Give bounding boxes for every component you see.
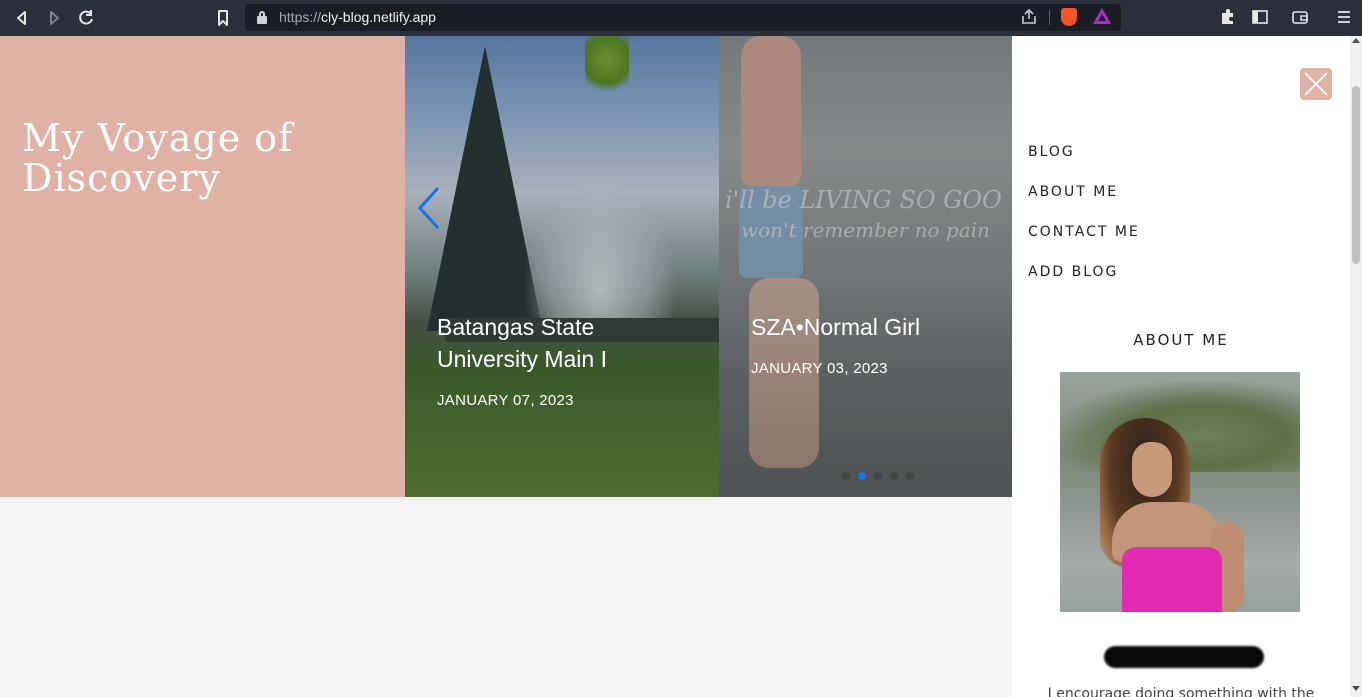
close-button[interactable] [1300, 68, 1332, 100]
carousel-dot[interactable] [906, 472, 914, 480]
url-host: cly-blog.netlify.app [321, 9, 436, 25]
post-title[interactable]: SZA•Normal Girl [751, 311, 1011, 343]
address-bar[interactable]: https://cly-blog.netlify.app [245, 4, 1121, 31]
back-arrow-icon[interactable] [10, 6, 34, 30]
nav-link-blog[interactable]: BLOG [1028, 144, 1075, 160]
menu-icon[interactable] [1334, 7, 1354, 27]
wallet-icon[interactable] [1290, 7, 1310, 27]
lock-icon [257, 10, 267, 24]
browser-toolbar: https://cly-blog.netlify.app [0, 0, 1362, 36]
url-scheme: https:// [279, 9, 322, 25]
redacted-name [1104, 646, 1264, 668]
site-title: My Voyage of Discovery [22, 116, 294, 200]
carousel-dot[interactable] [890, 472, 898, 480]
nav-link-about-me[interactable]: ABOUT ME [1028, 184, 1118, 200]
share-icon[interactable] [1020, 8, 1038, 29]
nav-link-contact-me[interactable]: CONTACT ME [1028, 224, 1140, 240]
post-card[interactable]: i'll be LIVING SO GOO won't remember no … [719, 36, 1012, 497]
post-date: JANUARY 07, 2023 [437, 392, 574, 409]
photo-face [1132, 442, 1172, 497]
page-viewport: My Voyage of Discovery Batangas State Un… [0, 36, 1362, 697]
forward-arrow-icon[interactable] [42, 6, 66, 30]
post-date: JANUARY 03, 2023 [751, 360, 888, 377]
extensions-icon[interactable] [1218, 7, 1238, 27]
post-title[interactable]: Batangas State University Main I [437, 311, 697, 375]
bookmark-icon[interactable] [211, 6, 235, 30]
side-menu-panel: BLOG ABOUT ME CONTACT ME ADD BLOG ABOUT … [1012, 36, 1350, 697]
divider [1049, 10, 1050, 25]
reload-icon[interactable] [74, 6, 98, 30]
carousel-dot[interactable] [842, 472, 850, 480]
brave-rewards-icon[interactable] [1093, 8, 1111, 24]
hero-panel: My Voyage of Discovery [0, 36, 405, 497]
about-text: I encourage doing something with the [1047, 686, 1315, 697]
scroll-up-arrow-icon[interactable] [1352, 38, 1360, 43]
page-scrollbar[interactable] [1350, 36, 1362, 697]
sidebar-icon[interactable] [1250, 7, 1270, 27]
url-text[interactable]: https://cly-blog.netlify.app [279, 9, 436, 25]
scrollbar-thumb[interactable] [1352, 86, 1360, 264]
carousel-dot-active[interactable] [858, 472, 866, 480]
scroll-down-arrow-icon[interactable] [1352, 686, 1360, 691]
chevron-left-icon[interactable] [414, 186, 444, 230]
close-icon [1304, 72, 1328, 96]
brave-shields-icon[interactable] [1061, 8, 1077, 26]
nav-link-add-blog[interactable]: ADD BLOG [1028, 264, 1118, 280]
about-heading: ABOUT ME [1133, 331, 1229, 349]
photo-top [1122, 547, 1222, 612]
profile-photo [1060, 372, 1300, 612]
card-overlay [405, 36, 719, 497]
card-overlay [719, 36, 1012, 497]
carousel-dots [842, 472, 922, 482]
post-card[interactable]: Batangas State University Main I JANUARY… [405, 36, 719, 497]
carousel-dot[interactable] [874, 472, 882, 480]
